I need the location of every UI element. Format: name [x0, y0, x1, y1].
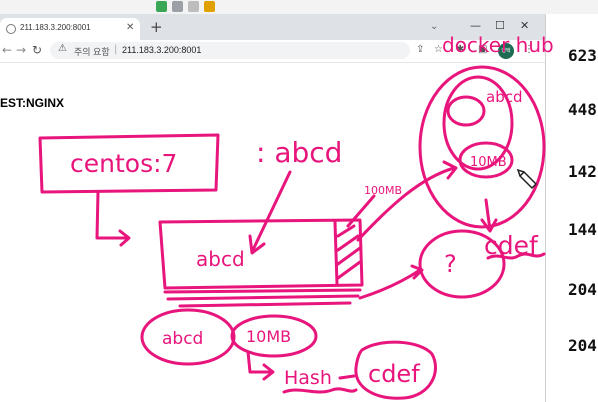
abcd-arrow	[248, 170, 292, 255]
layer-abcd-label: abcd	[196, 247, 245, 271]
hub-abcd-label: abcd	[486, 88, 522, 106]
cdef-right-label: cdef	[484, 231, 539, 260]
hash-arrow	[338, 374, 356, 380]
hash-underline	[282, 387, 358, 394]
size-label: 100MB	[364, 184, 402, 197]
hub-abcd-ellipse	[446, 95, 486, 127]
pen-annotation-layer: centos:7 : abcd 100MB docker hub abcd 10…	[38, 33, 554, 400]
layer-hatch	[336, 224, 362, 280]
hub-outer-ellipse	[418, 65, 546, 229]
centos-label: centos:7	[70, 149, 177, 178]
abcd-label: : abcd	[256, 136, 342, 169]
layer-divider	[333, 220, 339, 286]
hash-label: Hash	[284, 367, 332, 389]
docker-hub-label: docker hub	[442, 33, 554, 57]
centos-arrow	[95, 190, 131, 247]
pen-cursor-icon	[516, 168, 538, 190]
cdef-bottom-label: cdef	[368, 360, 420, 388]
to-question-arrow	[358, 264, 424, 300]
question-mark: ?	[444, 250, 457, 278]
bottom-abcd-label: abcd	[162, 329, 203, 349]
to-hub-arrow	[356, 160, 458, 242]
hub-size-label: 10MB	[470, 155, 507, 170]
layer-shadow-lines	[163, 288, 362, 308]
bottom-size-label: 10MB	[246, 327, 291, 346]
